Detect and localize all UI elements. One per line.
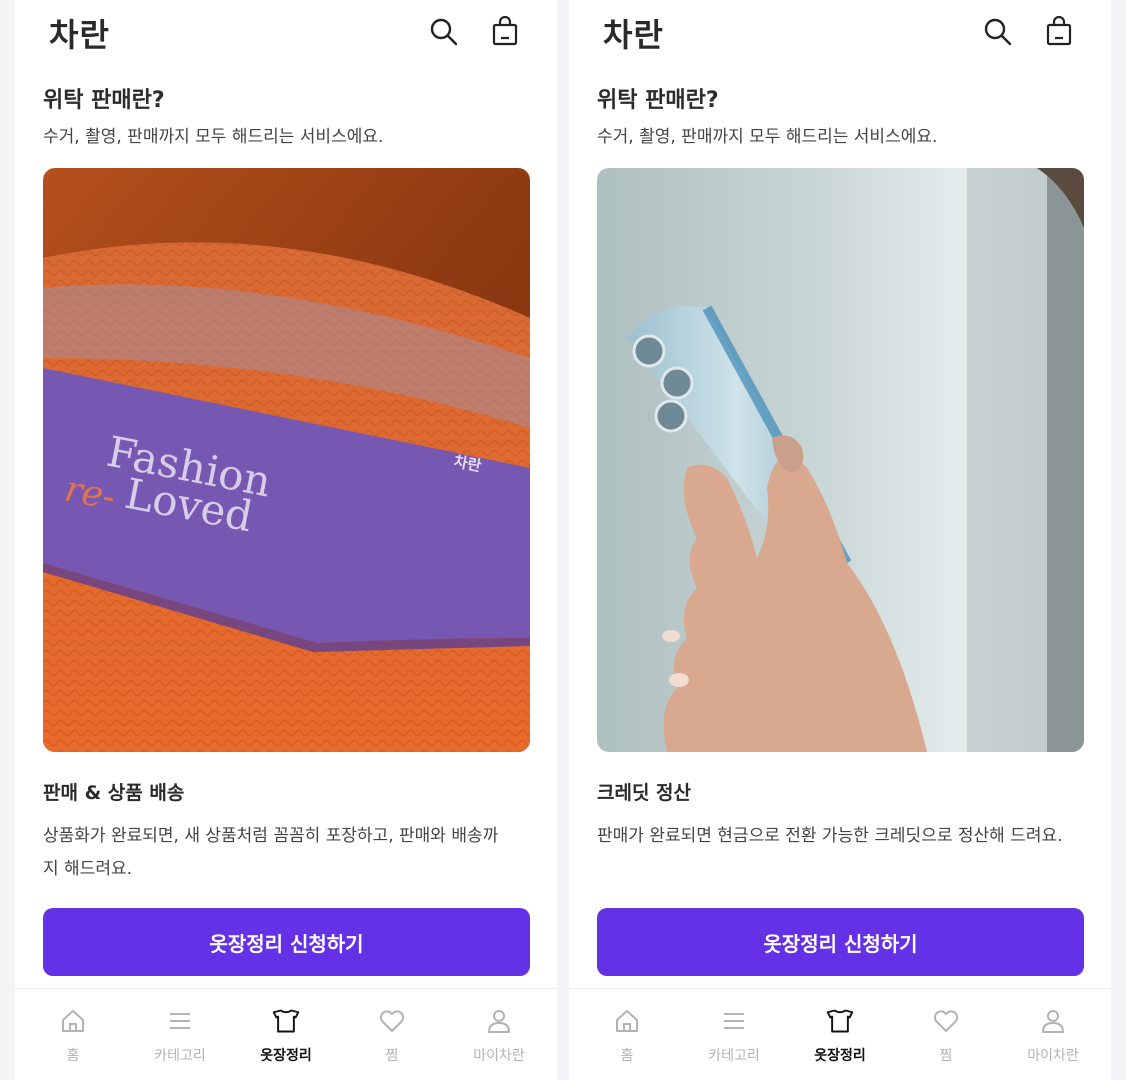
menu-icon bbox=[166, 1007, 194, 1035]
packaging-card-photo: Fashion re- Loved 차란 bbox=[43, 168, 530, 752]
apply-closet-button[interactable]: 옷장정리 신청하기 bbox=[43, 908, 530, 976]
bottom-tab-bar: 홈 카테고리 옷장정리 찜 마이차란 bbox=[15, 988, 557, 1080]
user-icon bbox=[1039, 1007, 1067, 1035]
tab-category[interactable]: 카테고리 bbox=[128, 989, 232, 1080]
step-title: 판매 & 상품 배송 bbox=[43, 782, 185, 804]
step-description: 판매가 완료되면 현금으로 전환 가능한 크레딧으로 정산해 드려요. bbox=[597, 826, 1063, 846]
heart-icon bbox=[378, 1007, 406, 1035]
shopping-bag-icon[interactable] bbox=[1043, 15, 1075, 48]
bottom-tab-bar: 홈 카테고리 옷장정리 찜 마이차란 bbox=[569, 988, 1111, 1080]
tab-home[interactable]: 홈 bbox=[575, 989, 679, 1080]
intro-title: 위탁 판매란? bbox=[597, 88, 719, 113]
search-icon[interactable] bbox=[982, 16, 1014, 48]
tab-my-charan[interactable]: 마이차란 bbox=[447, 989, 551, 1080]
menu-icon bbox=[720, 1007, 748, 1035]
search-icon[interactable] bbox=[428, 16, 460, 48]
user-icon bbox=[485, 1007, 513, 1035]
app-logo[interactable]: 차란 bbox=[603, 10, 664, 56]
heart-icon bbox=[932, 1007, 960, 1035]
tab-label: 홈 bbox=[620, 1048, 634, 1064]
tab-label: 마이차란 bbox=[473, 1048, 525, 1064]
tab-label: 옷장정리 bbox=[260, 1048, 312, 1064]
intro-title: 위탁 판매란? bbox=[43, 88, 165, 113]
tab-label: 카테고리 bbox=[708, 1048, 760, 1064]
closet-icon bbox=[826, 1007, 854, 1035]
closet-icon bbox=[272, 1007, 300, 1035]
tab-label: 옷장정리 bbox=[814, 1048, 866, 1064]
home-icon bbox=[59, 1007, 87, 1035]
home-icon bbox=[613, 1007, 641, 1035]
app-header: 차란 bbox=[569, 0, 1111, 64]
screen-left: 차란 위탁 판매란? 수거, 촬영, 판매까지 모두 해드리는 서비스에요. F… bbox=[15, 0, 557, 1080]
tab-wishlist[interactable]: 찜 bbox=[340, 989, 444, 1080]
tab-home[interactable]: 홈 bbox=[21, 989, 125, 1080]
app-header: 차란 bbox=[15, 0, 557, 64]
tab-closet[interactable]: 옷장정리 bbox=[234, 989, 338, 1080]
intro-description: 수거, 촬영, 판매까지 모두 해드리는 서비스에요. bbox=[43, 127, 384, 147]
phone-in-hand-photo bbox=[597, 168, 1084, 752]
tab-category[interactable]: 카테고리 bbox=[682, 989, 786, 1080]
tab-label: 마이차란 bbox=[1027, 1048, 1079, 1064]
tab-label: 찜 bbox=[385, 1048, 399, 1064]
apply-closet-button[interactable]: 옷장정리 신청하기 bbox=[597, 908, 1084, 976]
step-title: 크레딧 정산 bbox=[597, 782, 692, 804]
app-logo[interactable]: 차란 bbox=[49, 10, 110, 56]
tab-wishlist[interactable]: 찜 bbox=[894, 989, 998, 1080]
tab-label: 홈 bbox=[66, 1048, 80, 1064]
shopping-bag-icon[interactable] bbox=[489, 15, 521, 48]
intro-description: 수거, 촬영, 판매까지 모두 해드리는 서비스에요. bbox=[597, 127, 938, 147]
step-description: 상품화가 완료되면, 새 상품처럼 꼼꼼히 포장하고, 판매와 배송까지 해드려… bbox=[43, 826, 499, 879]
tab-closet[interactable]: 옷장정리 bbox=[788, 989, 892, 1080]
tab-my-charan[interactable]: 마이차란 bbox=[1001, 989, 1105, 1080]
tab-label: 찜 bbox=[939, 1048, 953, 1064]
screen-right: 차란 위탁 판매란? 수거, 촬영, 판매까지 모두 해드리는 서비스에요. 크… bbox=[569, 0, 1111, 1080]
tab-label: 카테고리 bbox=[154, 1048, 206, 1064]
